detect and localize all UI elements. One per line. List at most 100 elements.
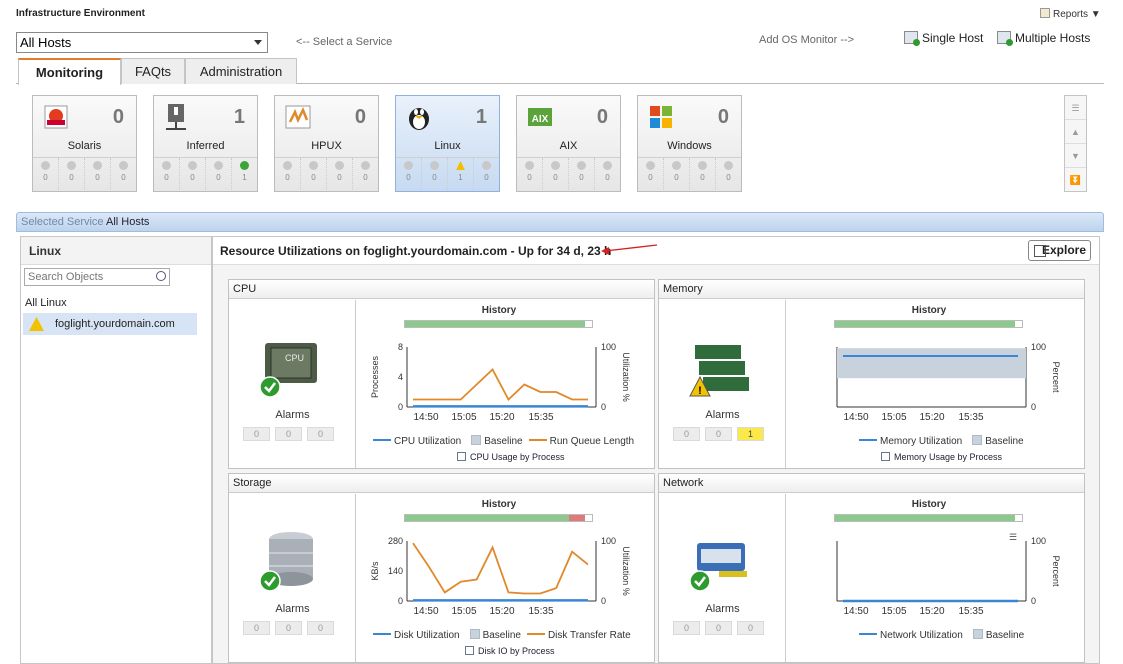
alarm-count-box[interactable]: 0 [673, 427, 700, 441]
panel-status-area: CPU Alarms 0 0 0 [229, 300, 356, 468]
scroll-up-icon[interactable]: ▲ [1065, 120, 1086, 144]
os-tile-aix[interactable]: AIX 0 AIX 0 0 0 0 [516, 95, 621, 192]
tab-faqts[interactable]: FAQts [121, 58, 185, 84]
alarm-value: 0 [406, 173, 411, 182]
chart-menu-icon[interactable]: ☰ [1009, 532, 1017, 543]
alarm-fatal-count[interactable]: 0 [638, 158, 664, 190]
alarm-normal-count[interactable]: 0 [716, 158, 741, 190]
alarm-value: 0 [121, 173, 126, 182]
tree-item-host[interactable]: foglight.yourdomain.com [23, 313, 197, 335]
baseline-swatch [469, 629, 480, 639]
legend-item: Disk Utilization [373, 630, 460, 641]
alarm-count-box[interactable]: 0 [275, 621, 302, 635]
alarm-warning-count[interactable]: 0 [569, 158, 595, 190]
multiple-hosts-button[interactable]: Multiple Hosts [997, 31, 1090, 46]
host-select[interactable]: All Hosts [16, 32, 268, 53]
alarm-critical-count[interactable]: 0 [664, 158, 690, 190]
y-left-tick-label: 8 [398, 342, 403, 352]
series-swatch [859, 633, 877, 635]
os-tile-inferred[interactable]: 1 Inferred 0 0 0 1 [153, 95, 258, 192]
alarm-fatal-count[interactable]: 0 [33, 158, 59, 190]
os-tile-solaris[interactable]: 0 Solaris 0 0 0 0 [32, 95, 137, 192]
tab-administration[interactable]: Administration [185, 58, 297, 84]
alarm-count-box[interactable]: 0 [705, 621, 732, 635]
alarm-warning-count[interactable]: 1 [448, 158, 474, 190]
alarm-strip: 0 0 1 0 [396, 157, 499, 190]
alarm-critical-count[interactable]: 0 [180, 158, 206, 190]
alarm-strip: 0 0 0 0 [33, 157, 136, 190]
scroll-down-icon[interactable]: ▼ [1065, 144, 1086, 168]
alarm-fatal-count[interactable]: 0 [517, 158, 543, 190]
solaris-logo-icon [44, 105, 68, 129]
alarm-fatal-count[interactable]: 0 [275, 158, 301, 190]
warning-icon [93, 161, 102, 170]
x-tick-label: 15:20 [489, 412, 514, 420]
alarm-count-box[interactable]: 0 [307, 621, 334, 635]
single-host-button[interactable]: Single Host [904, 31, 983, 46]
x-tick-label: 15:35 [528, 412, 553, 420]
alarm-count-box[interactable]: 0 [275, 427, 302, 441]
alarm-value: 1 [242, 173, 247, 182]
alarm-critical-count[interactable]: 0 [543, 158, 569, 190]
alarm-count-box[interactable]: 0 [243, 427, 270, 441]
panel-status-area: Alarms 0 0 0 [659, 494, 786, 662]
alarm-count-box[interactable]: 0 [737, 621, 764, 635]
tab-monitoring[interactable]: Monitoring [18, 58, 121, 85]
search-icon[interactable] [156, 271, 166, 281]
tree-group-all-linux[interactable]: All Linux [25, 297, 67, 309]
alarm-strip: 0 0 0 0 [638, 157, 741, 190]
select-service-hint: <-- Select a Service [296, 36, 393, 48]
arrow-annotation [601, 244, 658, 255]
add-os-monitor-hint: Add OS Monitor --> [759, 34, 855, 46]
alarm-normal-count[interactable]: 1 [232, 158, 257, 190]
app-title: Infrastructure Environment [16, 8, 145, 19]
storage-process-link[interactable]: Disk IO by Process [465, 646, 555, 656]
history-label: History [911, 305, 947, 316]
alarm-normal-count[interactable]: 0 [111, 158, 136, 190]
list-view-icon[interactable]: ☰ [1065, 96, 1086, 120]
host-count: 0 [717, 106, 729, 128]
alarm-value: 0 [700, 173, 705, 182]
x-tick-label: 15:05 [451, 606, 476, 614]
alarm-count-box[interactable]: 0 [673, 621, 700, 635]
legend-item: Baseline [467, 435, 523, 447]
alarm-count-box[interactable]: 0 [705, 427, 732, 441]
explore-button[interactable]: Explore [1028, 240, 1091, 261]
os-tile-linux[interactable]: 1 Linux 0 0 1 0 [395, 95, 500, 192]
reports-menu[interactable]: Reports ▼ [1040, 8, 1101, 20]
x-tick-label: 15:35 [958, 412, 983, 420]
alarm-count-box[interactable]: 1 [737, 427, 764, 441]
utilization-chart: 14:50 15:05 15:20 15:35 100 0 Percent [836, 536, 1061, 614]
memory-process-link[interactable]: Memory Usage by Process [881, 452, 1002, 462]
alarm-critical-count[interactable]: 0 [59, 158, 85, 190]
add-host-icon [904, 31, 920, 46]
alarm-fatal-count[interactable]: 0 [154, 158, 180, 190]
alarm-warning-count[interactable]: 0 [85, 158, 111, 190]
legend-label: CPU Utilization [394, 436, 462, 447]
alarm-fatal-count[interactable]: 0 [396, 158, 422, 190]
alarm-critical-count[interactable]: 0 [422, 158, 448, 190]
os-tile-hpux[interactable]: 0 HPUX 0 0 0 0 [274, 95, 379, 192]
alarm-warning-count[interactable]: 0 [327, 158, 353, 190]
alarm-warning-count[interactable]: 0 [206, 158, 232, 190]
alarm-warning-count[interactable]: 0 [690, 158, 716, 190]
history-ok-segment [405, 321, 585, 327]
alarm-count-box[interactable]: 0 [243, 621, 270, 635]
alarm-normal-count[interactable]: 0 [353, 158, 378, 190]
alarm-normal-count[interactable]: 0 [474, 158, 499, 190]
x-tick-label: 14:50 [843, 412, 868, 420]
os-tile-windows[interactable]: 0 Windows 0 0 0 0 [637, 95, 742, 192]
scroll-end-icon[interactable]: ⏬ [1065, 168, 1086, 192]
history-ok-segment [835, 515, 1015, 521]
chevron-down-icon[interactable] [254, 40, 262, 45]
alarm-critical-count[interactable]: 0 [301, 158, 327, 190]
alarm-strip: 0 0 0 0 [275, 157, 378, 190]
search-input[interactable]: Search Objects [24, 268, 170, 286]
y-right-tick-label: 0 [1031, 402, 1036, 412]
y-left-tick-label: 0 [398, 596, 403, 606]
alarm-normal-count[interactable]: 0 [595, 158, 620, 190]
alarm-strip: 0 0 0 0 [517, 157, 620, 190]
alarm-value: 0 [164, 173, 169, 182]
alarm-count-box[interactable]: 0 [307, 427, 334, 441]
cpu-process-link[interactable]: CPU Usage by Process [457, 452, 565, 462]
